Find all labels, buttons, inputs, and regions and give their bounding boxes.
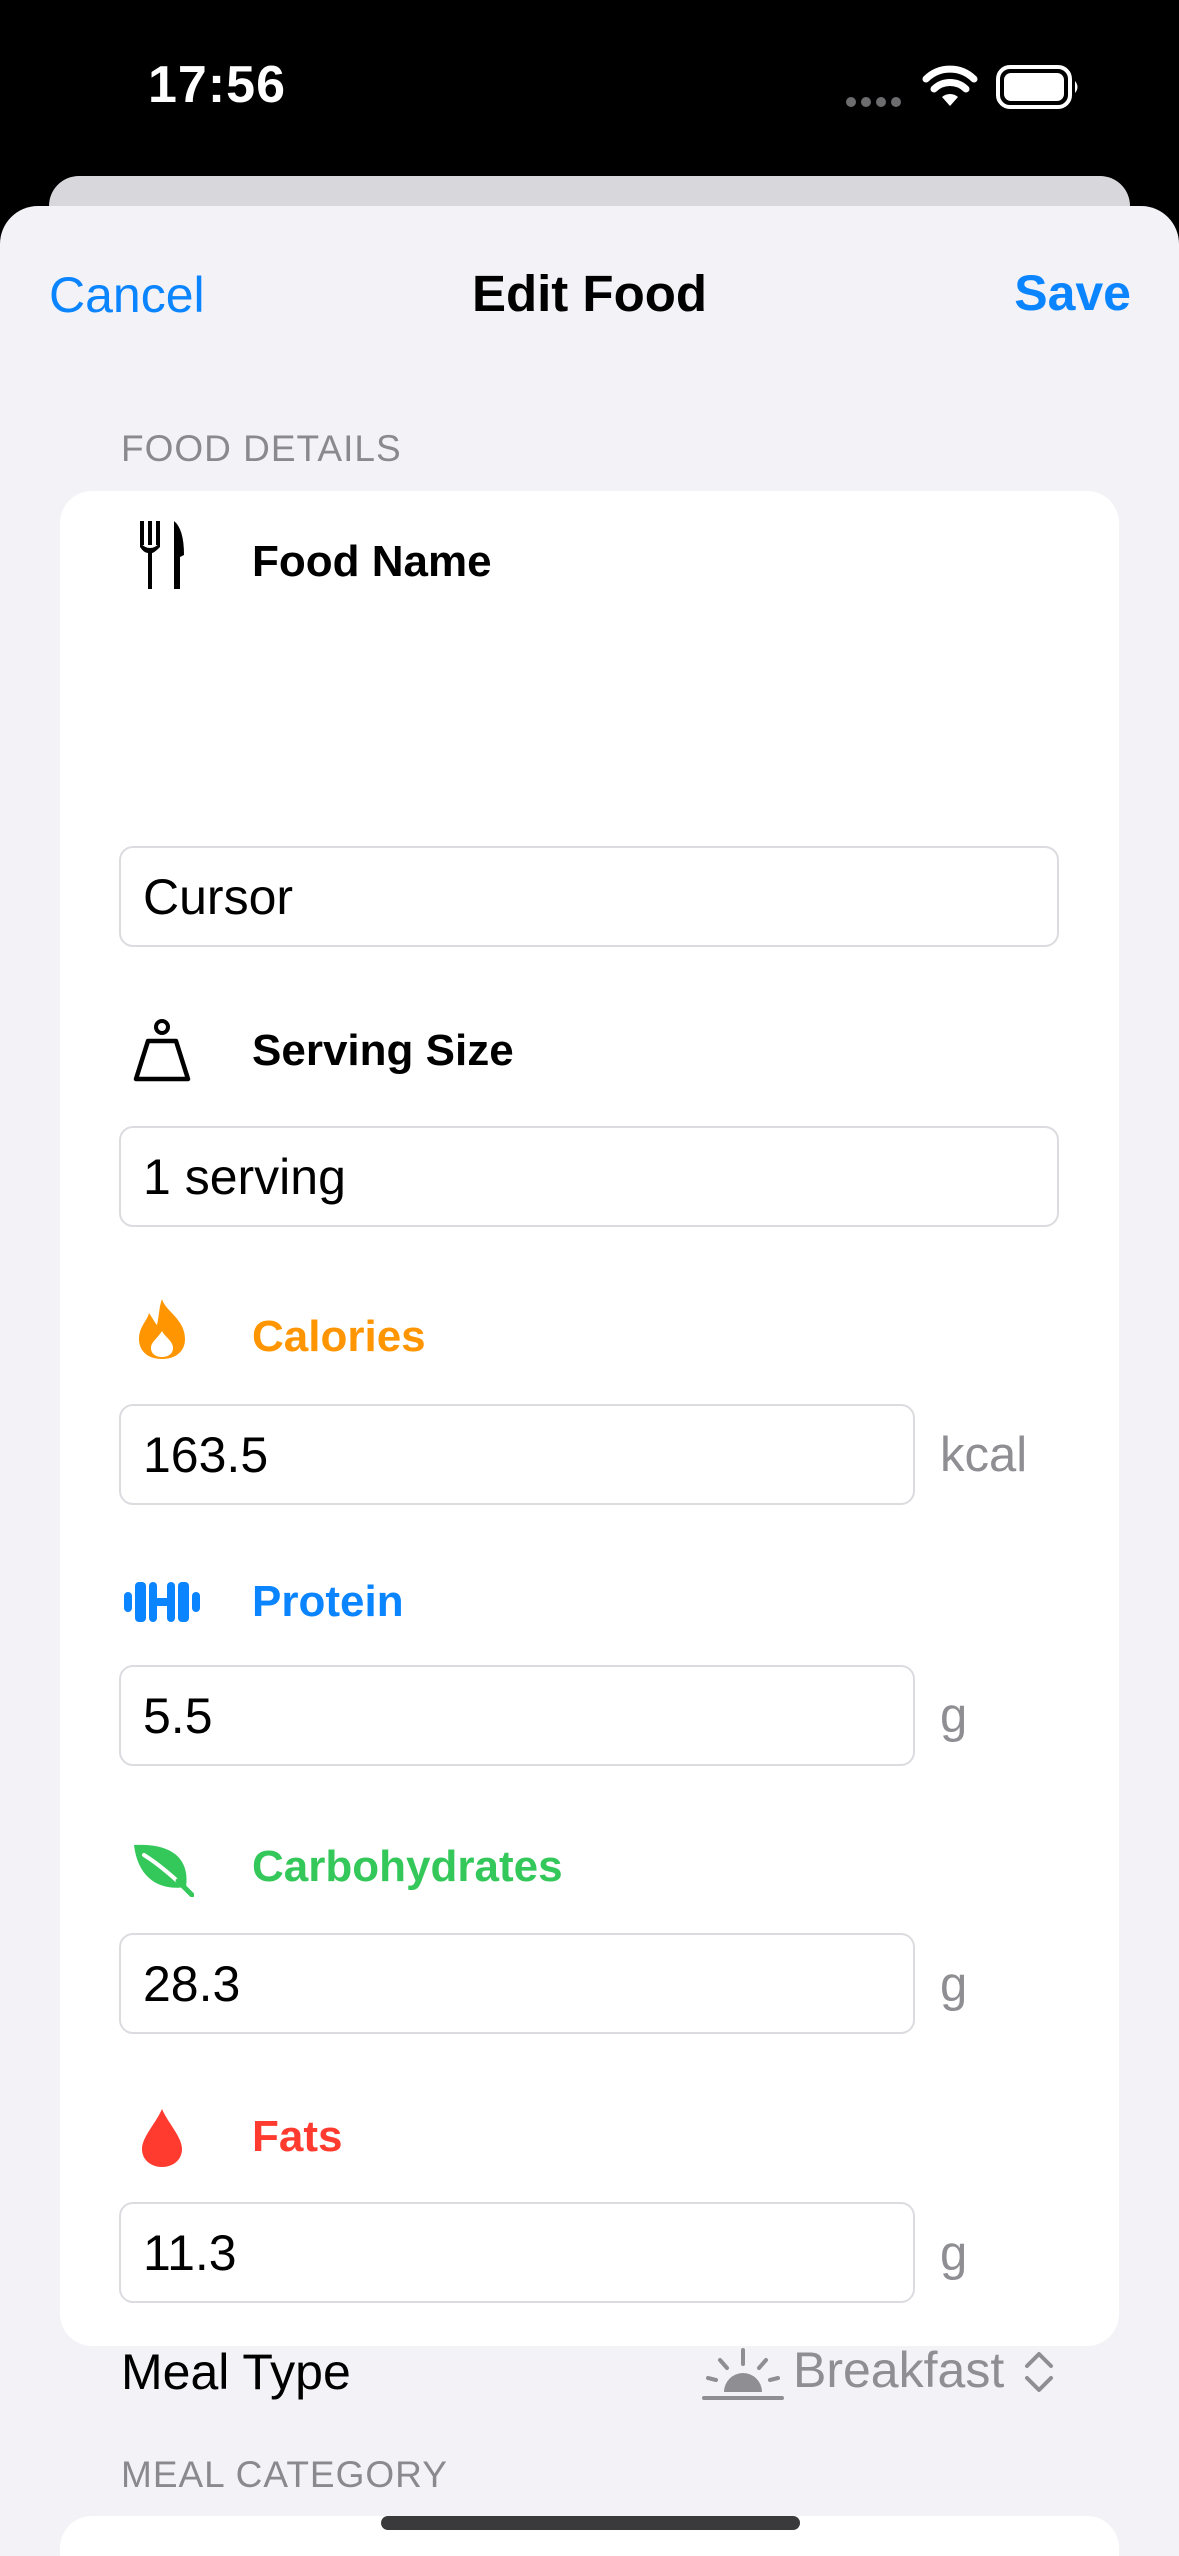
- dumbbell-icon: [124, 1570, 200, 1634]
- scale-icon: [130, 1019, 194, 1083]
- carbohydrates-label: Carbohydrates: [252, 1842, 563, 1891]
- status-time: 17:56: [148, 56, 286, 114]
- chevron-up-down-icon[interactable]: [1022, 2350, 1056, 2399]
- serving-size-field[interactable]: 1 serving: [119, 1126, 1059, 1227]
- food-name-label: Food Name: [252, 537, 492, 586]
- fats-unit: g: [940, 2227, 968, 2281]
- meal-category-header: MEAL CATEGORY: [121, 2454, 448, 2495]
- calories-unit: kcal: [940, 1428, 1028, 1482]
- protein-unit: g: [940, 1689, 968, 1743]
- meal-type-label: Meal Type: [121, 2344, 351, 2400]
- calories-label: Calories: [252, 1312, 426, 1361]
- drop-icon: [130, 2106, 194, 2170]
- battery-icon: [996, 65, 1078, 109]
- meal-type-value[interactable]: Breakfast: [793, 2341, 1004, 2399]
- food-details-header: FOOD DETAILS: [121, 428, 402, 469]
- carbohydrates-unit: g: [940, 1958, 968, 2012]
- page-title: Edit Food: [471, 265, 708, 322]
- status-bar: 17:56: [0, 0, 1179, 175]
- fats-label: Fats: [252, 2112, 343, 2161]
- fork-knife-icon: [130, 521, 194, 589]
- home-indicator: [381, 2516, 800, 2530]
- food-name-field[interactable]: Cursor: [119, 846, 1059, 947]
- protein-label: Protein: [252, 1577, 404, 1626]
- sunrise-icon: [702, 2346, 784, 2407]
- calories-field[interactable]: 163.5: [119, 1404, 915, 1505]
- protein-field[interactable]: 5.5: [119, 1665, 915, 1766]
- save-button[interactable]: Save: [1014, 264, 1131, 322]
- edit-food-sheet: Cancel Edit Food Save FOOD DETAILS Food …: [0, 206, 1179, 2556]
- carbohydrates-field[interactable]: 28.3: [119, 1933, 915, 2034]
- fats-field[interactable]: 11.3: [119, 2202, 915, 2303]
- wifi-icon: [922, 65, 978, 106]
- flame-icon: [130, 1297, 194, 1361]
- cellular-signal-icon: [846, 97, 901, 107]
- serving-size-label: Serving Size: [252, 1026, 514, 1075]
- leaf-icon: [130, 1837, 194, 1901]
